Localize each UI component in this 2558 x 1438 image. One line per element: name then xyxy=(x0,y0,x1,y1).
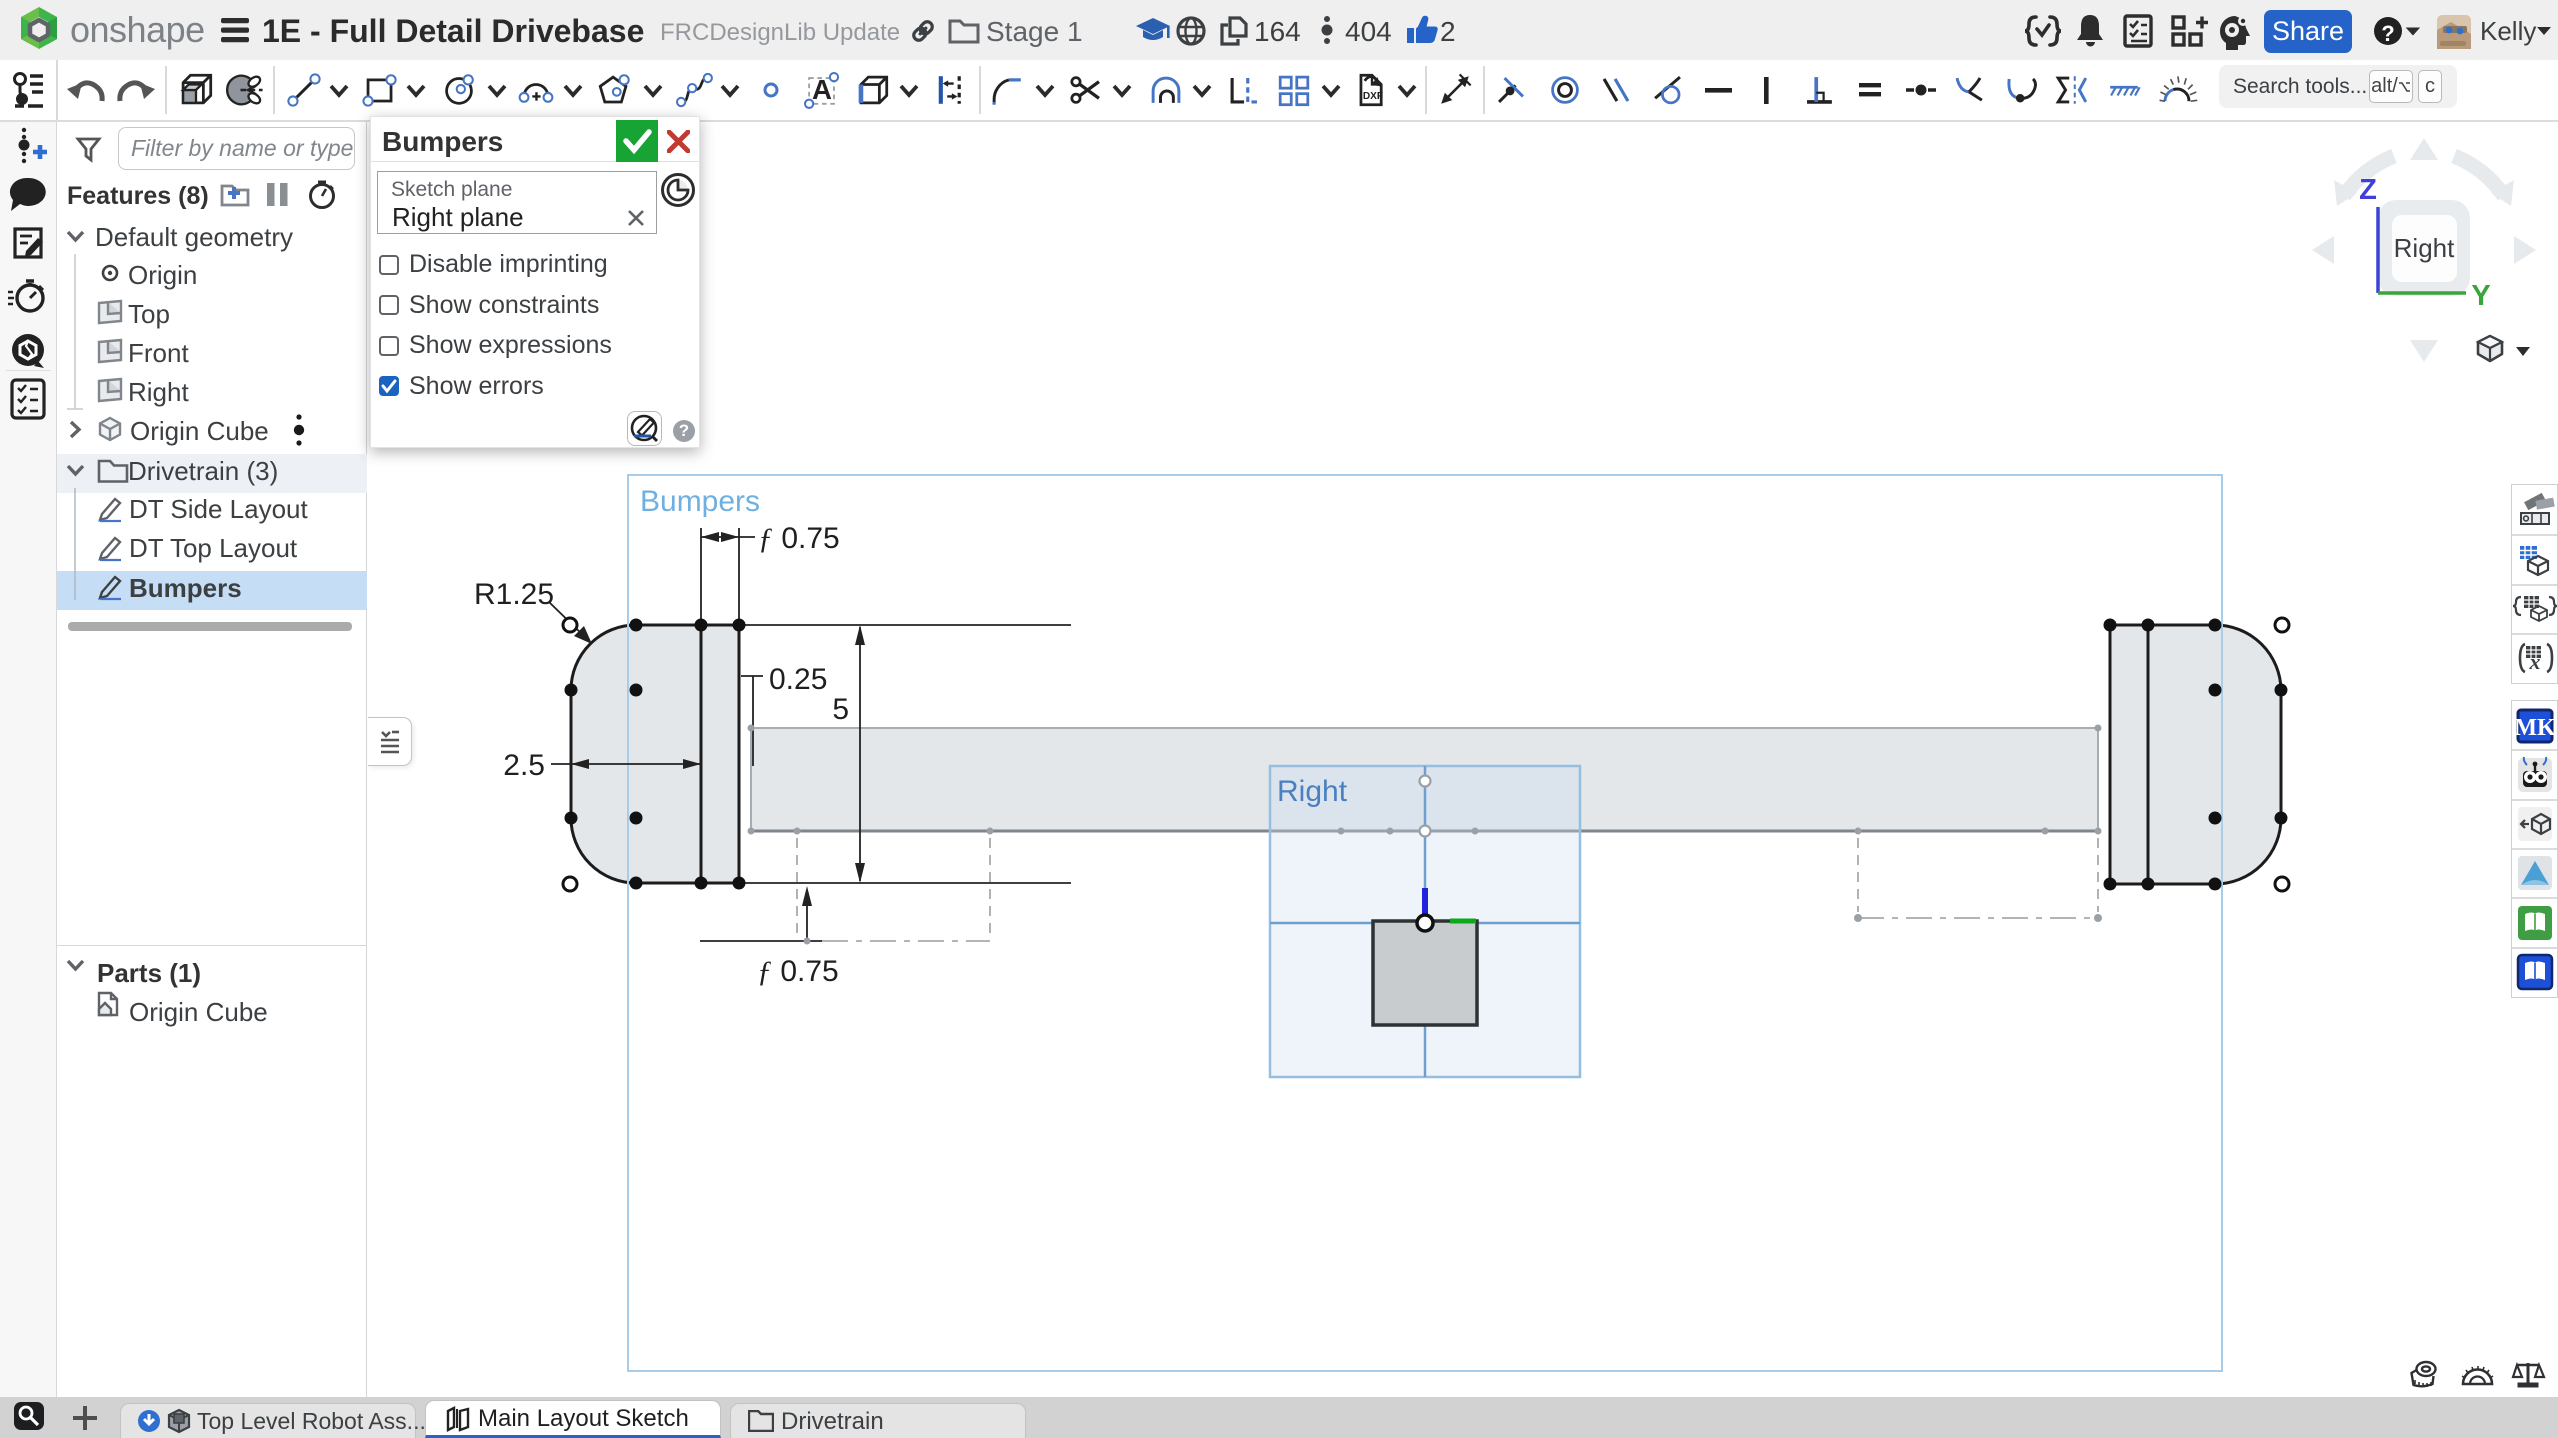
svg-text:164: 164 xyxy=(1254,16,1301,47)
svg-text:ƒ 0.75: ƒ 0.75 xyxy=(758,522,840,555)
svg-text:2.5: 2.5 xyxy=(503,749,545,782)
svg-text:Right: Right xyxy=(2394,233,2455,263)
svg-text:?: ? xyxy=(2381,21,2394,46)
svg-text:5: 5 xyxy=(832,693,849,726)
svg-text:R1.25: R1.25 xyxy=(474,578,554,611)
svg-text:Bumpers: Bumpers xyxy=(640,485,760,518)
svg-text:Y: Y xyxy=(2471,280,2490,312)
svg-text:FRCDesignLib Update: FRCDesignLib Update xyxy=(660,19,900,46)
svg-text:2: 2 xyxy=(1440,16,1456,47)
svg-text:DXF: DXF xyxy=(1363,91,1383,102)
svg-text:x: x xyxy=(2529,649,2541,674)
svg-text:A: A xyxy=(812,74,832,105)
svg-text:Right: Right xyxy=(1277,775,1348,808)
svg-text:Z: Z xyxy=(2359,174,2377,206)
svg-text:404: 404 xyxy=(1345,16,1392,47)
svg-text:Stage 1: Stage 1 xyxy=(986,16,1083,47)
svg-text:0.25: 0.25 xyxy=(769,663,827,696)
svg-text:MK: MK xyxy=(2514,715,2556,741)
svg-text:onshape: onshape xyxy=(70,9,205,50)
svg-text:ƒ 0.75: ƒ 0.75 xyxy=(757,955,839,988)
svg-text:1E - Full Detail Drivebase: 1E - Full Detail Drivebase xyxy=(262,13,644,49)
svg-text:Kelly: Kelly xyxy=(2480,16,2536,46)
